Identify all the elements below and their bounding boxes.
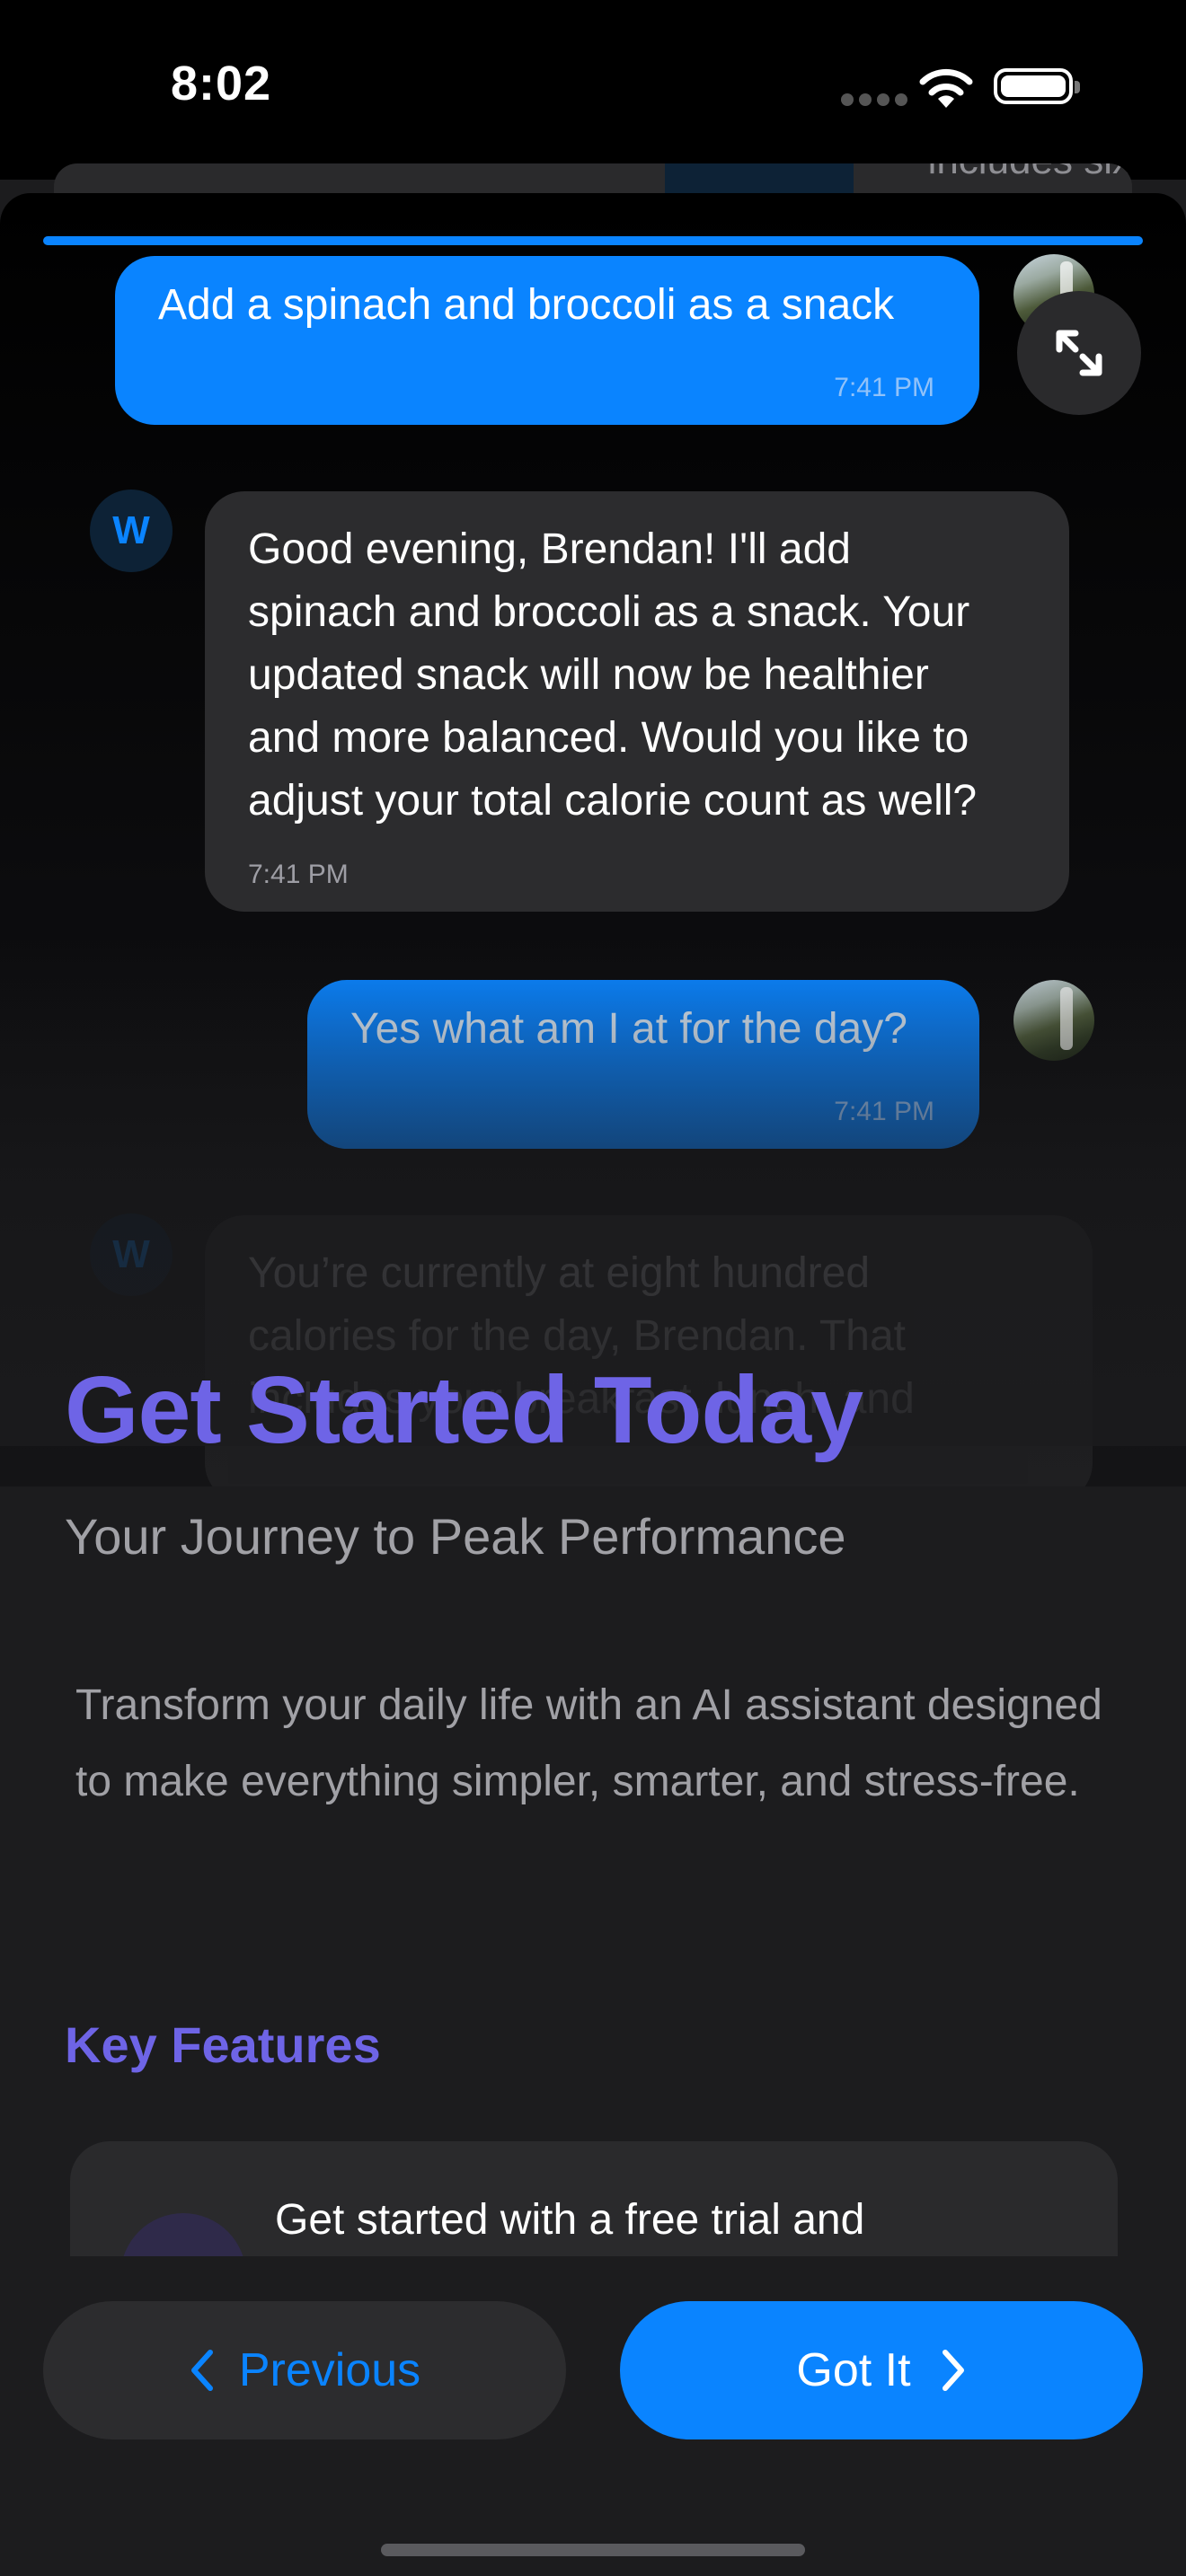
previous-label: Previous: [238, 2344, 421, 2396]
page-subtitle: Your Journey to Peak Performance: [65, 1508, 846, 1565]
page-title: Get Started Today: [65, 1357, 863, 1463]
message-line: You’re currently at eight hundred: [248, 1249, 871, 1297]
chat-sheet[interactable]: Add a spinach and broccoli as a snack 7:…: [0, 193, 1186, 1486]
message-line: and more balanced. Would you like to: [248, 714, 969, 762]
previous-button[interactable]: Previous: [43, 2301, 566, 2439]
status-time: 8:02: [171, 57, 272, 110]
message-line: updated snack will now be healthier: [248, 651, 929, 699]
message-time: 7:41 PM: [834, 1097, 934, 1126]
background-card-text: includes six: [928, 163, 1132, 183]
user-message-bubble: Add a spinach and broccoli as a snack 7:…: [115, 256, 979, 425]
message-line: Good evening, Brendan! I'll add: [248, 525, 851, 573]
battery-icon: [994, 68, 1080, 104]
assistant-avatar: W: [90, 490, 173, 572]
message-line: spinach and broccoli as a snack. Your: [248, 588, 970, 636]
got-it-label: Got It: [796, 2344, 911, 2396]
user-avatar: [1013, 980, 1094, 1061]
feature-card: Get started with a free trial and: [70, 2141, 1118, 2258]
chat-progress-bar: [43, 236, 1143, 245]
chevron-right-icon: [942, 2350, 964, 2391]
message-line: adjust your total calorie count as well?: [248, 777, 978, 825]
message-time: 7:41 PM: [248, 860, 349, 889]
expand-button[interactable]: [1017, 291, 1141, 415]
assistant-avatar: W: [90, 1213, 173, 1296]
assistant-message-bubble: Good evening, Brendan! I'll add spinach …: [205, 491, 1069, 912]
message-time: 7:41 PM: [834, 373, 934, 402]
wifi-icon: [919, 68, 973, 108]
features-heading: Key Features: [65, 2016, 381, 2073]
home-indicator: [381, 2544, 805, 2556]
feature-text: Get started with a free trial and: [275, 2196, 865, 2244]
got-it-button[interactable]: Got It: [620, 2301, 1143, 2439]
message-text: Good evening, Brendan! I'll add spinach …: [248, 518, 977, 833]
assistant-avatar-letter: W: [112, 508, 150, 552]
user-message-bubble: Yes what am I at for the day? 7:41 PM: [307, 980, 979, 1149]
expand-icon: [1056, 330, 1102, 376]
message-text: Add a spinach and broccoli as a snack: [158, 281, 895, 329]
assistant-avatar-letter: W: [112, 1232, 150, 1276]
intro-paragraph: Transform your daily life with an AI ass…: [75, 1681, 1102, 1805]
feature-icon: [120, 2213, 246, 2258]
chevron-left-icon: [190, 2350, 213, 2391]
message-text: Yes what am I at for the day?: [350, 1005, 907, 1053]
